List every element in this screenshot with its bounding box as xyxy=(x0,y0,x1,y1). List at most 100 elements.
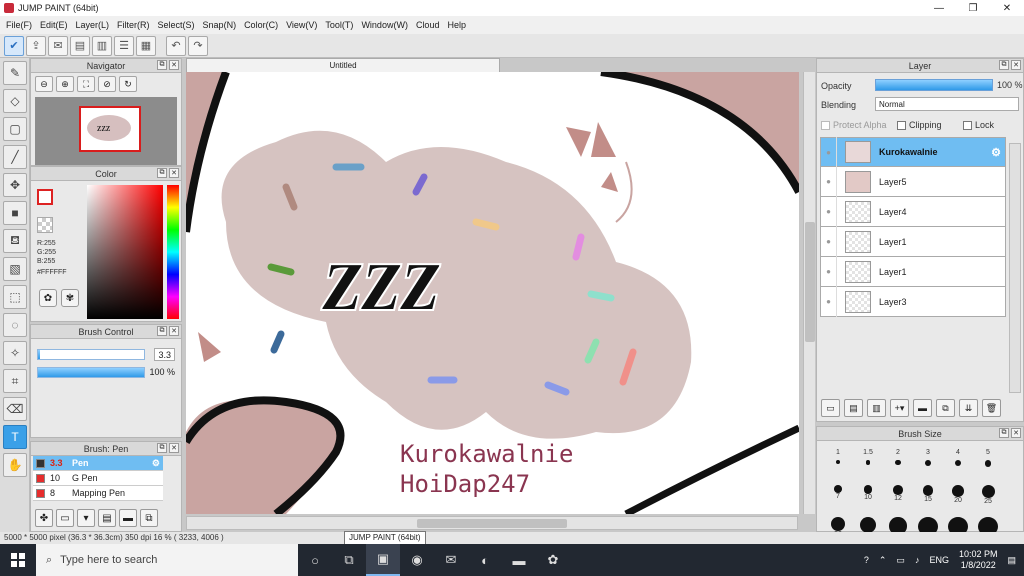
brush-size-option[interactable]: 4 xyxy=(943,449,973,479)
panel-close-icon[interactable]: ✕ xyxy=(169,60,179,70)
vertical-scrollbar[interactable] xyxy=(803,72,815,514)
menu-cloud[interactable]: Cloud xyxy=(412,20,444,30)
undock-icon[interactable]: ⧉ xyxy=(999,60,1009,70)
layer-opacity-slider[interactable] xyxy=(875,79,993,91)
tray-overflow-icon[interactable]: ⌃ xyxy=(879,555,887,566)
layer-item[interactable]: ● KurokawaInie ⚙ xyxy=(820,137,1006,167)
layer-item[interactable]: ● Layer1 xyxy=(820,256,1006,287)
brush-item-g-pen[interactable]: 10 G Pen xyxy=(33,471,163,486)
new-vector-layer-icon[interactable]: ▤ xyxy=(844,399,863,417)
pen-tool-icon[interactable]: ✎ xyxy=(3,61,27,85)
taskbar-search[interactable]: ⌕ Type here to search xyxy=(36,544,298,576)
move-tool-icon[interactable]: ✥ xyxy=(3,173,27,197)
new-layer-icon[interactable]: ▭ xyxy=(821,399,840,417)
horizontal-scrollbar[interactable] xyxy=(186,516,798,530)
delete-layer-icon[interactable]: 🗑 xyxy=(982,399,1001,417)
menu-snap[interactable]: Snap(N) xyxy=(199,20,241,30)
gear-icon[interactable]: ⚙ xyxy=(991,146,1001,159)
brush-copy-icon[interactable]: ▤ xyxy=(98,509,116,527)
undock-icon[interactable]: ⧉ xyxy=(157,326,167,336)
layer-item[interactable]: ● Layer3 xyxy=(820,286,1006,317)
visibility-icon[interactable]: ● xyxy=(821,286,837,317)
zoom-out-icon[interactable]: ⊖ xyxy=(35,76,53,92)
panel-close-icon[interactable]: ✕ xyxy=(1011,60,1021,70)
zoom-in-icon[interactable]: ⊕ xyxy=(56,76,74,92)
bucket-tool-icon[interactable]: ⛾ xyxy=(3,229,27,253)
chat-icon[interactable]: ✉ xyxy=(48,35,68,56)
brush-size-option[interactable]: 1 xyxy=(823,449,853,479)
add-layer-menu-icon[interactable]: +▾ xyxy=(890,399,909,417)
close-button[interactable]: ✕ xyxy=(990,0,1024,16)
copy-layer-icon[interactable]: ▥ xyxy=(867,399,886,417)
panel-close-icon[interactable]: ✕ xyxy=(169,168,179,178)
language-indicator[interactable]: ENG xyxy=(929,555,949,565)
layer-scrollbar[interactable] xyxy=(1009,143,1021,393)
volume-icon[interactable]: ♪ xyxy=(915,555,920,565)
line-tool-icon[interactable]: ╱ xyxy=(3,145,27,169)
duplicate-layer-icon[interactable]: ⧉ xyxy=(936,399,955,417)
undo-icon[interactable]: ↶ xyxy=(166,35,186,56)
windows-start-icon[interactable] xyxy=(0,544,36,576)
visibility-icon[interactable]: ● xyxy=(821,256,837,287)
brush-size-option[interactable]: 12 xyxy=(883,481,913,511)
menu-edit[interactable]: Edit(E) xyxy=(36,20,72,30)
brush-size-option[interactable]: 15 xyxy=(913,481,943,511)
brush-size-option[interactable]: 7 xyxy=(823,481,853,511)
menu-window[interactable]: Window(W) xyxy=(357,20,412,30)
menu-file[interactable]: File(F) xyxy=(2,20,36,30)
zoom-reset-icon[interactable]: ⊘ xyxy=(98,76,116,92)
layer-item[interactable]: ● Layer1 xyxy=(820,226,1006,257)
undock-icon[interactable]: ⧉ xyxy=(999,428,1009,438)
eraser-tool-icon[interactable]: ◇ xyxy=(3,89,27,113)
fit-icon[interactable]: ⛶ xyxy=(77,76,95,92)
menu-select[interactable]: Select(S) xyxy=(154,20,199,30)
layer-item[interactable]: ● Layer4 xyxy=(820,196,1006,227)
navigator-preview[interactable]: zzz xyxy=(35,97,177,165)
brush-size-value[interactable]: 3.3 xyxy=(154,348,175,361)
brush-size-option[interactable]: 1.5 xyxy=(853,449,883,479)
brush-size-option[interactable]: 10 xyxy=(853,481,883,511)
panel-close-icon[interactable]: ✕ xyxy=(169,326,179,336)
brush-size-option[interactable]: 25 xyxy=(973,481,1003,511)
visibility-icon[interactable]: ● xyxy=(821,166,837,197)
saturation-value-picker[interactable] xyxy=(87,185,163,319)
rectangle-tool-icon[interactable]: ▢ xyxy=(3,117,27,141)
menu-help[interactable]: Help xyxy=(443,20,470,30)
mail-icon[interactable]: ✉ xyxy=(434,544,468,576)
hand-tool-icon[interactable]: ✋ xyxy=(3,453,27,477)
list-icon[interactable]: ☰ xyxy=(114,35,134,56)
network-icon[interactable]: ▭ xyxy=(896,555,905,566)
gradient-tool-icon[interactable]: ▧ xyxy=(3,257,27,281)
document-icon[interactable]: ▥ xyxy=(92,35,112,56)
palette-icon[interactable]: ✿ xyxy=(39,289,57,307)
navigator-viewport[interactable]: zzz xyxy=(79,106,141,152)
protect-alpha-checkbox[interactable]: Protect Alpha xyxy=(821,120,887,131)
layer-item[interactable]: ● Layer5 xyxy=(820,166,1006,197)
visibility-icon[interactable]: ● xyxy=(821,137,837,167)
clipping-checkbox[interactable]: Clipping xyxy=(897,120,942,131)
clock[interactable]: 10:02 PM 1/8/2022 xyxy=(959,549,998,571)
fill-rect-tool-icon[interactable]: ■ xyxy=(3,201,27,225)
brush-folder-icon[interactable]: ▬ xyxy=(119,509,137,527)
select-pen-tool-icon[interactable]: ⌗ xyxy=(3,369,27,393)
help-icon[interactable]: ? xyxy=(864,555,869,565)
comment-icon[interactable]: ▤ xyxy=(70,35,90,56)
document-tab[interactable]: Untitled xyxy=(186,58,500,72)
brush-size-option[interactable]: 2 xyxy=(883,449,913,479)
menu-filter[interactable]: Filter(R) xyxy=(113,20,154,30)
paint-app-icon[interactable]: ✿ xyxy=(536,544,570,576)
rotate-icon[interactable]: ↻ xyxy=(119,76,137,92)
visibility-icon[interactable]: ● xyxy=(821,226,837,257)
menu-color[interactable]: Color(C) xyxy=(240,20,282,30)
select-rect-tool-icon[interactable]: ⬚ xyxy=(3,285,27,309)
lasso-tool-icon[interactable]: ◌ xyxy=(3,313,27,337)
transparent-color-swatch[interactable] xyxy=(37,217,53,233)
brush-size-option[interactable]: 5 xyxy=(973,449,1003,479)
text-tool-icon[interactable]: T xyxy=(3,425,27,449)
jump-paint-taskbar-icon[interactable]: ▣ xyxy=(366,544,400,576)
brush-size-option[interactable]: 3 xyxy=(913,449,943,479)
menu-layer[interactable]: Layer(L) xyxy=(72,20,114,30)
brush-opacity-slider[interactable] xyxy=(37,367,145,378)
undock-icon[interactable]: ⧉ xyxy=(157,60,167,70)
menu-tool[interactable]: Tool(T) xyxy=(321,20,357,30)
